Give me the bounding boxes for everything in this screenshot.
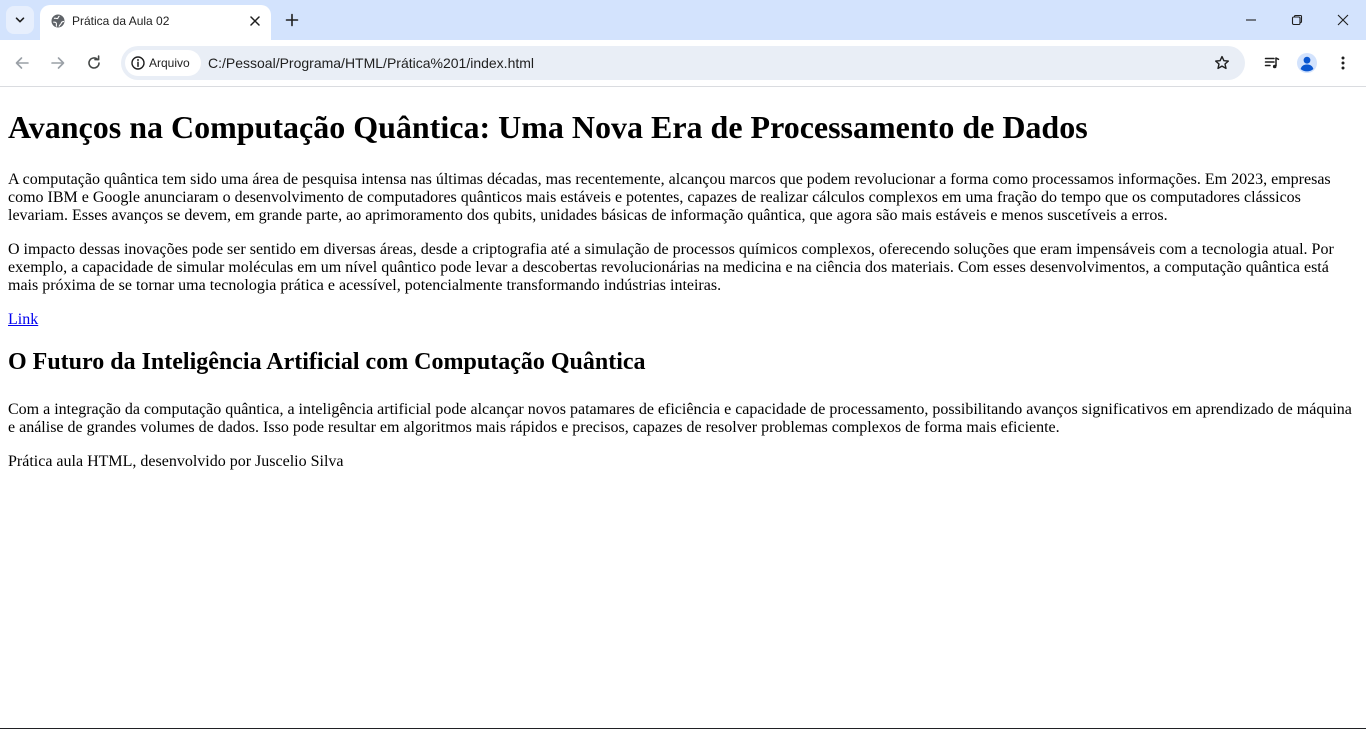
profile-button[interactable] [1293, 49, 1321, 77]
address-bar[interactable]: Arquivo C:/Pessoal/Programa/HTML/Prática… [121, 46, 1245, 80]
info-icon [130, 55, 146, 71]
forward-button[interactable] [44, 49, 72, 77]
reload-icon [86, 55, 102, 71]
url-text[interactable]: C:/Pessoal/Programa/HTML/Prática%201/ind… [208, 54, 534, 72]
star-icon [1214, 55, 1230, 71]
media-control-icon [1264, 55, 1280, 71]
minimize-icon [1245, 14, 1257, 26]
kebab-menu-icon [1335, 55, 1351, 71]
plus-icon [285, 13, 299, 27]
globe-icon [50, 13, 66, 29]
paragraph-ai: Com a integração da computação quântica,… [8, 401, 1352, 436]
arrow-left-icon [14, 55, 30, 71]
arrow-right-icon [50, 55, 66, 71]
minimize-button[interactable] [1228, 0, 1274, 40]
link[interactable]: Link [8, 311, 38, 328]
tab-search-button[interactable] [6, 6, 34, 34]
media-control-button[interactable] [1258, 49, 1286, 77]
restore-button[interactable] [1274, 0, 1320, 40]
tab-strip: Prática da Aula 02 [0, 0, 1366, 40]
active-tab[interactable]: Prática da Aula 02 [40, 5, 271, 40]
page-content: Avanços na Computação Quântica: Uma Nova… [8, 87, 1358, 471]
footer-text: Prática aula HTML, desenvolvido por Jusc… [8, 453, 344, 470]
chevron-down-icon [14, 14, 26, 26]
restore-icon [1291, 14, 1303, 26]
close-icon [1337, 14, 1349, 26]
close-icon[interactable] [246, 12, 264, 30]
paragraph-intro: A computação quântica tem sido uma área … [8, 171, 1331, 224]
back-button[interactable] [8, 49, 36, 77]
reload-button[interactable] [80, 49, 108, 77]
page-heading: Avanços na Computação Quântica: Uma Nova… [8, 109, 1088, 145]
new-tab-button[interactable] [280, 8, 304, 32]
section-heading: O Futuro da Inteligência Artificial com … [8, 349, 646, 375]
profile-icon [1296, 52, 1318, 74]
toolbar: Arquivo C:/Pessoal/Programa/HTML/Prática… [0, 40, 1366, 87]
close-window-button[interactable] [1320, 0, 1366, 40]
security-chip-label: Arquivo [149, 56, 190, 70]
tab-title: Prática da Aula 02 [72, 14, 170, 28]
link-paragraph: Link [8, 311, 1358, 329]
bookmark-button[interactable] [1210, 51, 1234, 75]
paragraph-impact: O impacto dessas inovações pode ser sent… [8, 241, 1334, 294]
page-viewport: Avanços na Computação Quântica: Uma Nova… [0, 87, 1366, 728]
menu-button[interactable] [1329, 49, 1357, 77]
